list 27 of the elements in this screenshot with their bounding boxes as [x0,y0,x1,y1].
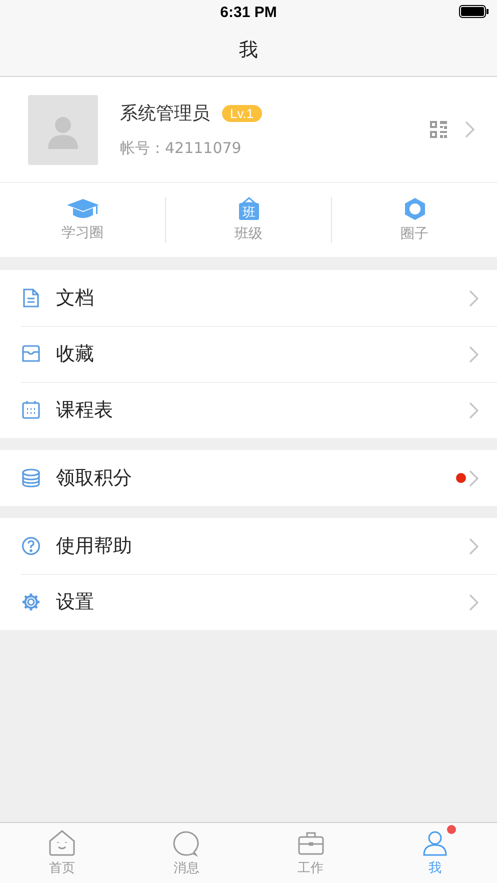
home-icon [47,829,78,857]
account-label: 帐号： [120,139,165,158]
chevron-icon [469,594,479,610]
hexagon-icon [404,197,426,221]
chevron-icon [469,346,479,362]
status-time: 6:31 PM [220,4,277,20]
qr-code-icon[interactable] [430,121,447,138]
battery-icon [459,5,489,18]
chat-bubble-icon [171,829,202,857]
chevron-icon [469,538,479,554]
account-number: 42111079 [165,139,242,158]
tray-icon [21,344,41,364]
page-title: 我 [239,38,258,63]
settings-icon [21,592,41,612]
chevron-icon [469,402,479,418]
document-icon [21,288,41,308]
chevron-icon [465,121,475,138]
chevron-icon [469,470,479,486]
profile-card[interactable]: 系统管理员 Lv.1 帐号：42111079 [0,77,497,183]
chevron-icon [469,290,479,306]
avatar-icon [28,94,98,164]
graduation-cap-icon [66,198,100,220]
coin-stack-icon [21,468,41,488]
calendar-icon [21,400,41,420]
help-icon [21,536,41,556]
level-badge: Lv.1 [222,104,262,122]
user-name: 系统管理员 [120,102,210,125]
